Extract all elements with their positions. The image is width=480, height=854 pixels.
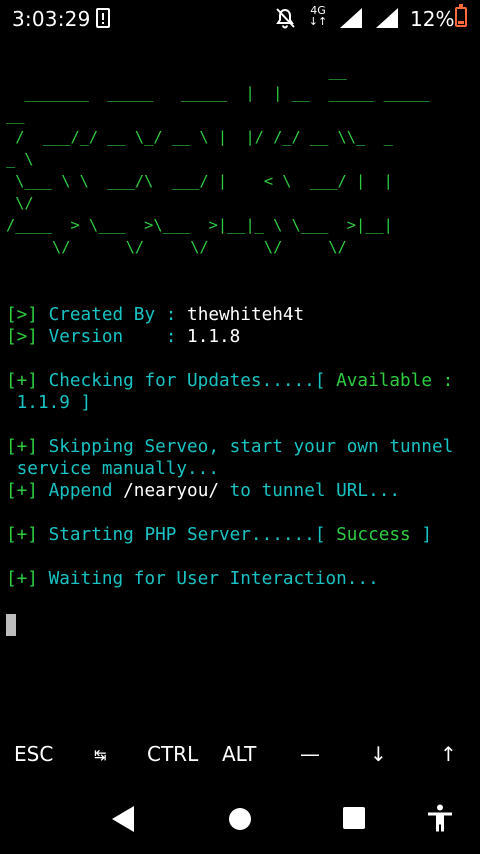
dnd-off-icon [276,8,295,29]
extra-keys-row: ESC ↹ CTRL ALT — ↓ ↑ [0,738,480,772]
alt-key[interactable]: ALT [222,742,256,770]
banner-line: /____ > \___ >\___ >|__|_ \ \___ >|__| [6,216,393,234]
signal-icon [376,8,398,28]
banner-line: \/ \/ \/ \/ \/ [6,238,347,256]
terminal-lines: [>] Created By : thewhiteh4t [>] Version… [6,304,453,590]
updates-line: [+] Checking for Updates.....[ Available… [6,371,454,391]
banner-line: __ [6,62,347,80]
php-server-line: [+] Starting PHP Server......[ Success ] [6,525,432,545]
banner-line: \/ [6,194,34,212]
back-icon[interactable] [112,806,136,832]
esc-key[interactable]: ESC [14,742,53,770]
status-bar: 3:03:29 4G ↓↑ 12% [0,0,480,38]
banner-line: __ [6,106,25,124]
serveo-line: [+] Skipping Serveo, start your own tunn… [6,437,454,457]
append-line: [+] Append /nearyou/ to tunnel URL... [6,481,401,501]
navigation-bar [0,782,480,854]
version-line: [>] Version : 1.1.8 [6,327,241,347]
banner-line: _______ _____ _____ | | __ _____ _____ [6,84,430,102]
recent-apps-icon[interactable] [343,807,365,829]
network-type-indicator: 4G ↓↑ [308,4,328,28]
dash-key[interactable]: — [300,742,320,770]
created-by-line: [>] Created By : thewhiteh4t [6,305,305,325]
updates-version-line: 1.1.9 ] [6,393,92,413]
signal-icon [340,8,362,28]
ctrl-key[interactable]: CTRL [147,742,198,770]
clock: 3:03:29 [12,7,91,31]
banner-line: / ___/_/ __ \_/ __ \ | |/ /_/ __ \\_ _ [6,128,393,146]
down-arrow-key[interactable]: ↓ [370,742,387,770]
banner-line: _ \ [6,150,34,168]
up-arrow-key[interactable]: ↑ [440,742,457,770]
accessibility-icon[interactable] [427,804,453,832]
ascii-banner: __ _______ _____ _____ | | __ _____ ____… [6,60,480,258]
waiting-line: [+] Waiting for User Interaction... [6,569,379,589]
home-icon[interactable] [229,808,251,830]
battery-low-icon [455,4,467,27]
terminal-cursor [6,614,16,636]
notification-icon [96,8,110,28]
serveo-line-continued: service manually... [6,459,219,479]
banner-line: \___ \ \ ___/\ ___/ | < \ ___/ | | [6,172,393,190]
tab-key[interactable]: ↹ [94,746,107,774]
terminal-output[interactable]: __ _______ _____ _____ | | __ _____ ____… [6,60,480,636]
battery-percent: 12% [410,7,455,31]
